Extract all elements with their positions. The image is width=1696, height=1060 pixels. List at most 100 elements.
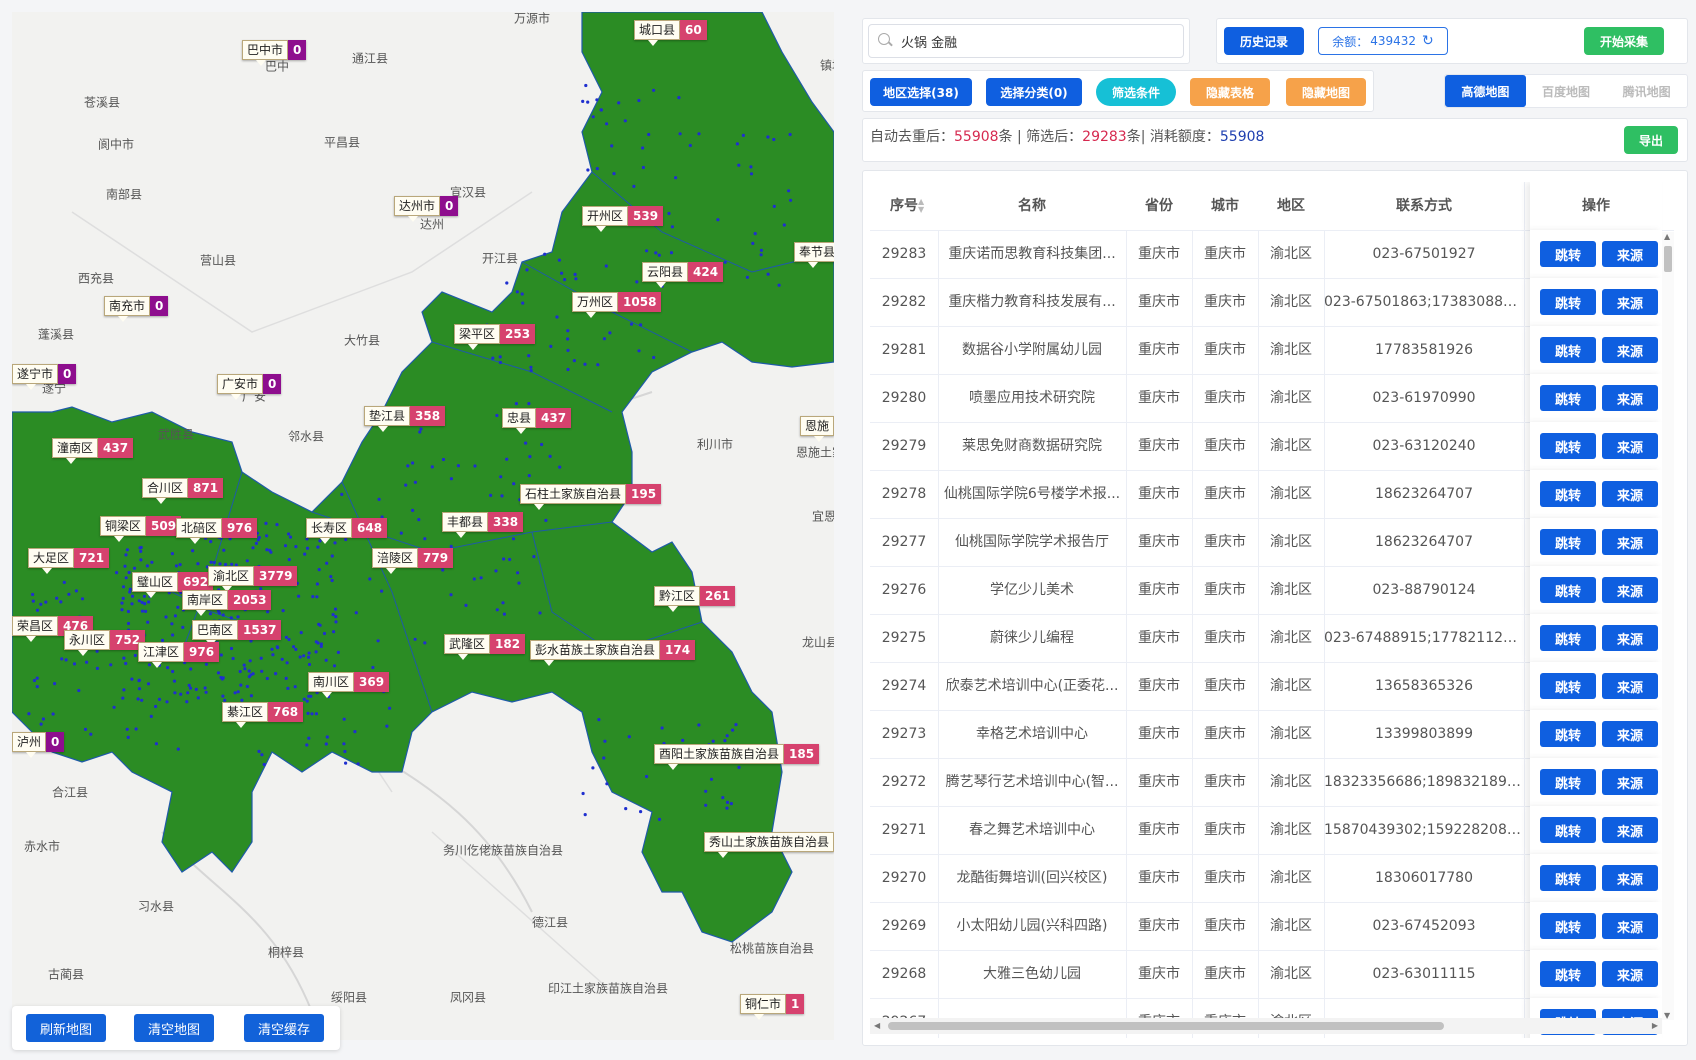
tab-amap[interactable]: 高德地图 [1445, 75, 1526, 107]
region-marker[interactable]: 恩施 [800, 416, 834, 442]
table-row[interactable]: 29279 莱思免财商数据研究院 重庆市 重庆市 渝北区 023-63120240 跳转 来源 [870, 422, 1674, 471]
sort-icon[interactable]: ▲ ▼ [918, 198, 924, 214]
jump-button[interactable]: 跳转 [1540, 769, 1596, 795]
table-row[interactable]: 29269 小太阳幼儿园(兴科四路) 重庆市 重庆市 渝北区 023-67452093 跳转… [870, 902, 1674, 951]
region-marker[interactable]: 彭水苗族土家族自治县 174 [530, 640, 696, 666]
jump-button[interactable]: 跳转 [1540, 961, 1596, 987]
region-marker[interactable]: 万州区 1058 [572, 292, 662, 318]
region-marker[interactable]: 酉阳土家族苗族自治县 185 [654, 744, 820, 770]
vertical-scroll-thumb[interactable] [1664, 246, 1672, 272]
region-marker[interactable]: 北碚区 976 [176, 518, 258, 544]
filter-conditions-button[interactable]: 筛选条件 [1096, 78, 1176, 106]
jump-button[interactable]: 跳转 [1540, 913, 1596, 939]
horizontal-scroll-thumb[interactable] [888, 1022, 1444, 1030]
jump-button[interactable]: 跳转 [1540, 289, 1596, 315]
source-button[interactable]: 来源 [1602, 289, 1658, 315]
source-button[interactable]: 来源 [1602, 769, 1658, 795]
region-marker[interactable]: 秀山土家族苗族自治县 [704, 832, 834, 858]
clear-cache-button[interactable]: 清空缓存 [244, 1014, 324, 1042]
search-input[interactable] [899, 25, 1173, 57]
vertical-scrollbar[interactable]: ▲ ▼ [1662, 232, 1674, 1020]
table-row[interactable]: 29278 仙桃国际学院6号楼学术报... 重庆市 重庆市 渝北区 18623264707… [870, 470, 1674, 519]
region-marker[interactable]: 潼南区 437 [52, 438, 134, 464]
source-button[interactable]: 来源 [1602, 337, 1658, 363]
table-row[interactable]: 29272 腾艺琴行艺术培训中心(智... 重庆市 重庆市 渝北区 18323356686… [870, 758, 1674, 807]
region-marker[interactable]: 遂宁市 0 [12, 364, 77, 390]
jump-button[interactable]: 跳转 [1540, 577, 1596, 603]
jump-button[interactable]: 跳转 [1540, 721, 1596, 747]
clear-map-button[interactable]: 清空地图 [134, 1014, 214, 1042]
region-marker[interactable]: 泸州 0 [12, 732, 65, 758]
export-button[interactable]: 导出 [1624, 126, 1678, 154]
table-row[interactable]: 29280 喷墨应用技术研究院 重庆市 重庆市 渝北区 023-61970990 跳转 来源 [870, 374, 1674, 423]
jump-button[interactable]: 跳转 [1540, 385, 1596, 411]
table-row[interactable]: 29282 重庆楷力教育科技发展有... 重庆市 重庆市 渝北区 023-67501863… [870, 278, 1674, 327]
region-marker[interactable]: 广安市 0 [217, 374, 282, 400]
region-marker[interactable]: 石柱土家族自治县 195 [520, 484, 662, 510]
jump-button[interactable]: 跳转 [1540, 817, 1596, 843]
region-marker[interactable]: 铜梁区 509 [100, 516, 182, 542]
table-row[interactable]: 29274 欣泰艺术培训中心(正委花... 重庆市 重庆市 渝北区 13658365326… [870, 662, 1674, 711]
region-marker[interactable]: 达州市 0 [394, 196, 459, 222]
horizontal-scrollbar[interactable]: ◀ ▶ [870, 1018, 1662, 1034]
region-marker[interactable]: 江津区 976 [138, 642, 220, 668]
jump-button[interactable]: 跳转 [1540, 625, 1596, 651]
scroll-up-icon[interactable]: ▲ [1664, 232, 1670, 241]
history-button[interactable]: 历史记录 [1224, 27, 1304, 55]
source-button[interactable]: 来源 [1602, 385, 1658, 411]
region-marker[interactable]: 合川区 871 [142, 478, 224, 504]
source-button[interactable]: 来源 [1602, 673, 1658, 699]
region-marker[interactable]: 永川区 752 [64, 630, 146, 656]
jump-button[interactable]: 跳转 [1540, 433, 1596, 459]
tab-tencent-map[interactable]: 腾讯地图 [1606, 75, 1687, 107]
region-marker[interactable]: 涪陵区 779 [372, 548, 454, 574]
region-marker[interactable]: 城口县 60 [634, 20, 707, 46]
source-button[interactable]: 来源 [1602, 529, 1658, 555]
region-marker[interactable]: 巴中市 0 [242, 40, 307, 66]
hide-map-button[interactable]: 隐藏地图 [1286, 78, 1366, 106]
jump-button[interactable]: 跳转 [1540, 481, 1596, 507]
source-button[interactable]: 来源 [1602, 721, 1658, 747]
region-marker[interactable]: 黔江区 261 [654, 586, 736, 612]
region-marker[interactable]: 武隆区 182 [444, 634, 526, 660]
source-button[interactable]: 来源 [1602, 865, 1658, 891]
scroll-left-icon[interactable]: ◀ [874, 1021, 880, 1030]
region-marker[interactable]: 丰都县 338 [442, 512, 524, 538]
region-marker[interactable]: 铜仁市 1 [740, 994, 805, 1020]
region-marker[interactable]: 云阳县 424 [642, 262, 724, 288]
source-button[interactable]: 来源 [1602, 913, 1658, 939]
source-button[interactable]: 来源 [1602, 481, 1658, 507]
source-button[interactable]: 来源 [1602, 241, 1658, 267]
jump-button[interactable]: 跳转 [1540, 673, 1596, 699]
region-marker[interactable]: 南川区 369 [308, 672, 390, 698]
balance-button[interactable]: 余额： 439432 ↻ [1318, 27, 1448, 55]
table-row[interactable]: 29275 蔚徕少儿编程 重庆市 重庆市 渝北区 023-67488915;1778211… [870, 614, 1674, 663]
category-select-button[interactable]: 选择分类(0) [986, 78, 1082, 106]
region-marker[interactable]: 忠县 437 [502, 408, 572, 434]
table-row[interactable]: 29276 学亿少儿美术 重庆市 重庆市 渝北区 023-88790124 跳转 来源 [870, 566, 1674, 615]
region-marker[interactable]: 南充市 0 [104, 296, 169, 322]
table-row[interactable]: 29271 春之舞艺术培训中心 重庆市 重庆市 渝北区 15870439302;15922… [870, 806, 1674, 855]
source-button[interactable]: 来源 [1602, 961, 1658, 987]
region-marker[interactable]: 开州区 539 [582, 206, 664, 232]
jump-button[interactable]: 跳转 [1540, 241, 1596, 267]
jump-button[interactable]: 跳转 [1540, 337, 1596, 363]
scroll-right-icon[interactable]: ▶ [1652, 1021, 1658, 1030]
region-marker[interactable]: 梁平区 253 [454, 324, 536, 350]
hide-table-button[interactable]: 隐藏表格 [1190, 78, 1270, 106]
region-marker[interactable]: 綦江区 768 [222, 702, 304, 728]
table-row[interactable]: 29281 数据谷小学附属幼儿园 重庆市 重庆市 渝北区 17783581926 跳转 来源 [870, 326, 1674, 375]
table-row[interactable]: 29277 仙桃国际学院学术报告厅 重庆市 重庆市 渝北区 18623264707 跳转 来源 [870, 518, 1674, 567]
start-collect-button[interactable]: 开始采集 [1584, 27, 1664, 55]
region-marker[interactable]: 奉节县 [794, 242, 834, 268]
jump-button[interactable]: 跳转 [1540, 529, 1596, 555]
region-marker[interactable]: 大足区 721 [28, 548, 110, 574]
jump-button[interactable]: 跳转 [1540, 865, 1596, 891]
region-select-button[interactable]: 地区选择(38) [870, 78, 972, 106]
tab-baidu-map[interactable]: 百度地图 [1526, 75, 1607, 107]
source-button[interactable]: 来源 [1602, 625, 1658, 651]
source-button[interactable]: 来源 [1602, 817, 1658, 843]
table-row[interactable]: 29270 龙酷街舞培训(回兴校区) 重庆市 重庆市 渝北区 18306017780 跳转来… [870, 854, 1674, 903]
region-marker[interactable]: 长寿区 648 [306, 518, 388, 544]
region-marker[interactable]: 璧山区 692 [132, 572, 214, 598]
